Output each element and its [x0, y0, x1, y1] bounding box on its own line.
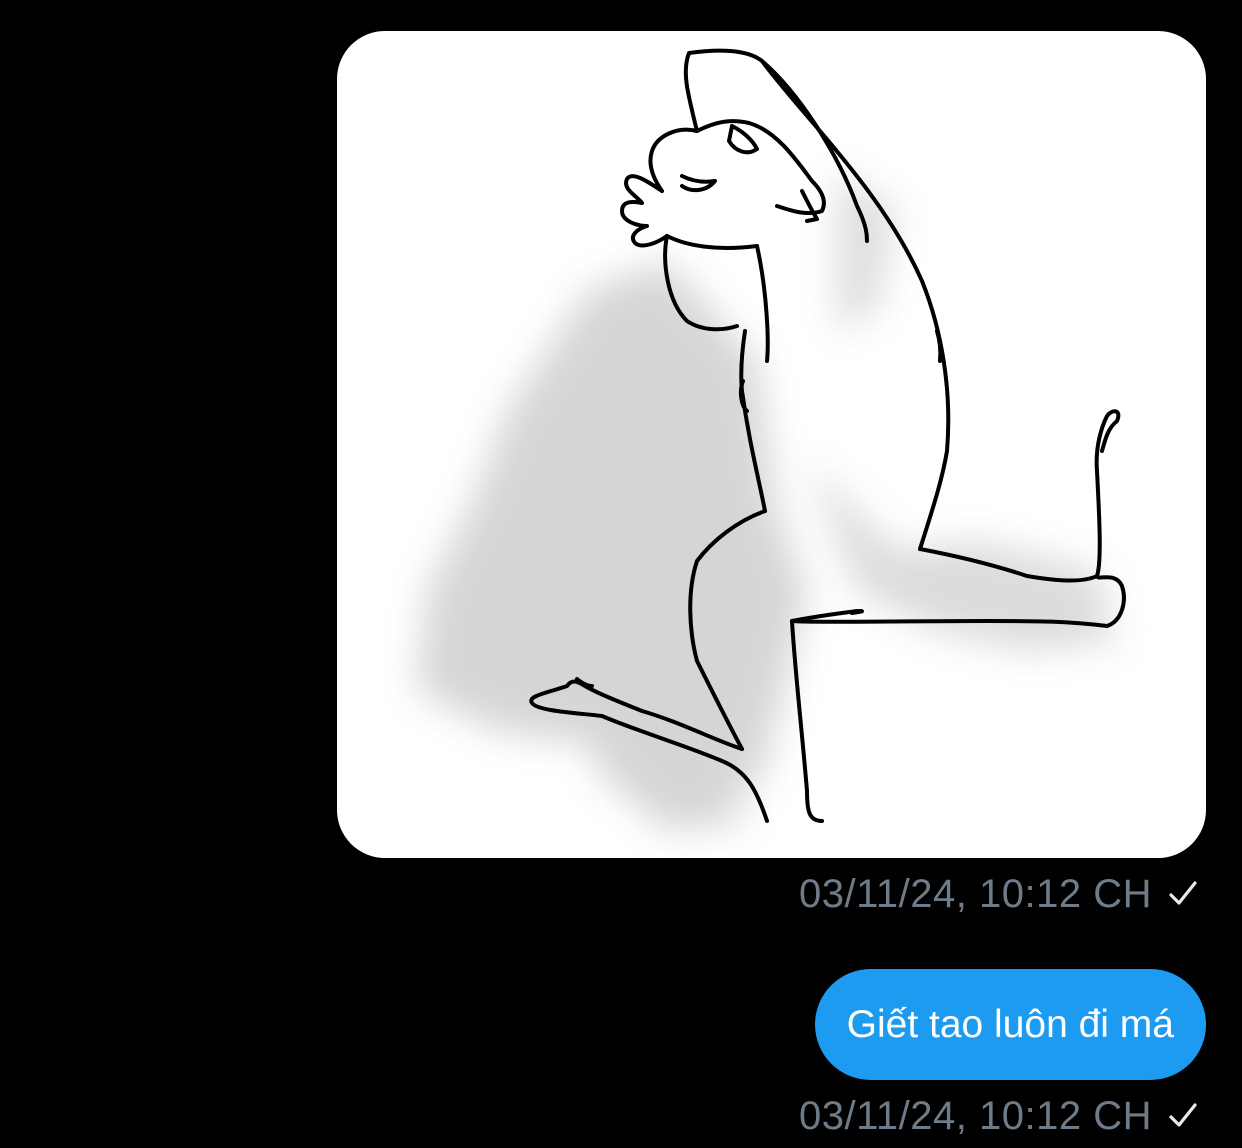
message-text: Giết tao luôn đi má: [846, 1002, 1174, 1046]
line-drawing-running-figure: [417, 48, 1126, 831]
message-timestamp: 03/11/24, 10:12 CH: [799, 1093, 1152, 1138]
message-timestamp-row: 03/11/24, 10:12 CH: [799, 1092, 1200, 1140]
message-timestamp: 03/11/24, 10:12 CH: [799, 871, 1152, 916]
message-image-attachment[interactable]: [337, 31, 1206, 858]
message-timestamp-row: 03/11/24, 10:12 CH: [799, 870, 1200, 918]
checkmark-icon: [1169, 881, 1197, 905]
sent-message-bubble[interactable]: Giết tao luôn đi má: [814, 969, 1206, 1080]
checkmark-icon: [1169, 1103, 1197, 1127]
